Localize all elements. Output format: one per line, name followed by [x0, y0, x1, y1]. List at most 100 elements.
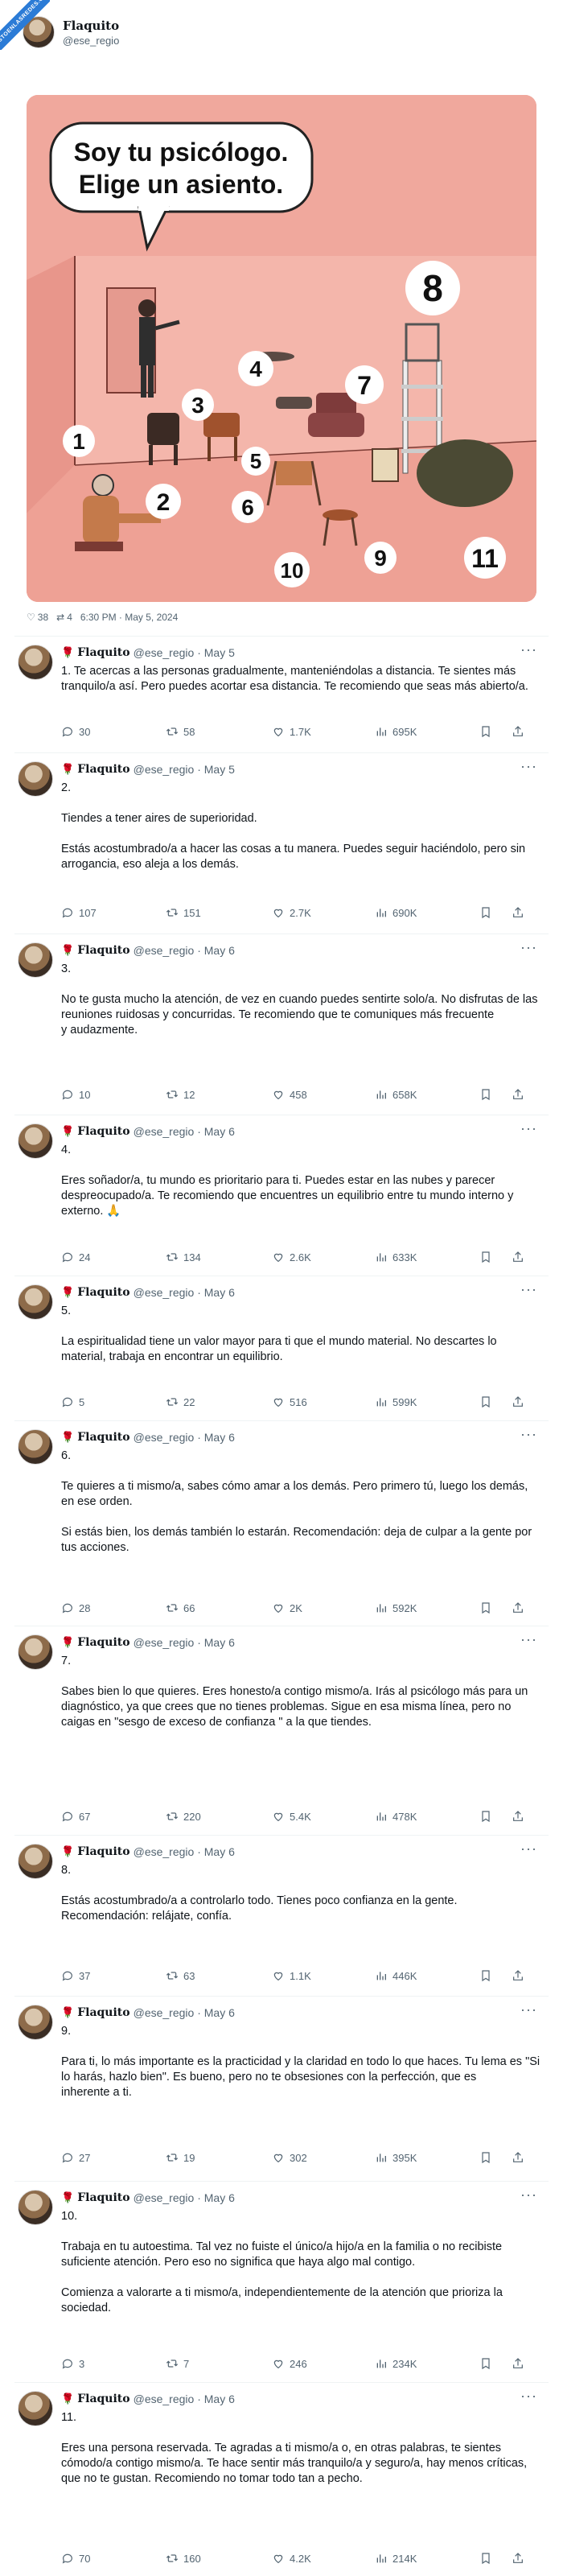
retweet-button[interactable]: 22	[166, 1395, 272, 1408]
reply-tweet[interactable]: 🌹 Flaquito @ese_regio · May 5 ··· 2. Tie…	[14, 752, 549, 934]
more-options-icon[interactable]: ···	[520, 1120, 537, 1137]
like-button[interactable]: 246	[272, 2357, 375, 2370]
avatar[interactable]	[18, 1123, 53, 1159]
reply-author-handle-date[interactable]: @ese_regio · May 6	[134, 2006, 235, 2019]
views-button[interactable]: 599K	[375, 1395, 479, 1408]
retweet-button[interactable]: 19	[166, 2151, 272, 2164]
bookmark-button[interactable]	[479, 2552, 512, 2565]
more-options-icon[interactable]: ···	[520, 1281, 537, 1298]
avatar[interactable]	[18, 645, 53, 680]
reply-author-name[interactable]: Flaquito	[77, 2393, 129, 2405]
reply-author-handle-date[interactable]: @ese_regio · May 5	[134, 763, 235, 776]
reply-author-handle-date[interactable]: @ese_regio · May 6	[134, 2191, 235, 2204]
bookmark-button[interactable]	[479, 1810, 512, 1823]
reply-button[interactable]: 10	[61, 1088, 166, 1101]
retweet-button[interactable]: 66	[166, 1601, 272, 1614]
more-options-icon[interactable]: ···	[520, 1631, 537, 1648]
like-button[interactable]: 302	[272, 2151, 375, 2164]
more-options-icon[interactable]: ···	[520, 2388, 537, 2405]
reply-author-name[interactable]: Flaquito	[77, 2006, 129, 2019]
reply-author-name[interactable]: Flaquito	[77, 1125, 129, 1138]
author-name[interactable]: Flaquito	[63, 19, 119, 33]
reply-author-handle-date[interactable]: @ese_regio · May 6	[134, 1845, 235, 1858]
reply-tweet[interactable]: 🌹 Flaquito @ese_regio · May 6 ··· 10. Tr…	[14, 2181, 549, 2382]
reply-tweet[interactable]: 🌹 Flaquito @ese_regio · May 6 ··· 7. Sab…	[14, 1626, 549, 1835]
like-button[interactable]: 458	[272, 1088, 375, 1101]
avatar[interactable]	[18, 2391, 53, 2426]
more-options-icon[interactable]: ···	[520, 641, 537, 658]
share-button[interactable]	[512, 725, 536, 738]
retweet-button[interactable]: 63	[166, 1969, 272, 1982]
like-button[interactable]: 1.1K	[272, 1969, 375, 1982]
reply-tweet[interactable]: 🌹 Flaquito @ese_regio · May 6 ··· 9. Par…	[14, 1996, 549, 2181]
like-button[interactable]: 2.6K	[272, 1251, 375, 1263]
views-button[interactable]: 395K	[375, 2151, 479, 2164]
reply-tweet[interactable]: 🌹 Flaquito @ese_regio · May 6 ··· 8. Est…	[14, 1835, 549, 1996]
reply-author-name[interactable]: Flaquito	[77, 1431, 129, 1444]
avatar[interactable]	[18, 1634, 53, 1670]
retweet-button[interactable]: 160	[166, 2552, 272, 2565]
more-options-icon[interactable]: ···	[520, 758, 537, 775]
bookmark-button[interactable]	[479, 725, 512, 738]
reply-author-name[interactable]: Flaquito	[77, 763, 129, 776]
avatar[interactable]	[18, 2190, 53, 2225]
avatar[interactable]	[18, 761, 53, 797]
reply-tweet[interactable]: 🌹 Flaquito @ese_regio · May 6 ··· 11. Er…	[14, 2382, 549, 2576]
post-retweets[interactable]: ⇄ 4	[56, 612, 72, 623]
reply-author-handle-date[interactable]: @ese_regio · May 6	[134, 2393, 235, 2405]
bookmark-button[interactable]	[479, 1601, 512, 1614]
share-button[interactable]	[512, 1810, 536, 1823]
reply-author-name[interactable]: Flaquito	[77, 1286, 129, 1299]
reply-button[interactable]: 3	[61, 2357, 166, 2370]
views-button[interactable]: 633K	[375, 1251, 479, 1263]
reply-button[interactable]: 28	[61, 1601, 166, 1614]
reply-button[interactable]: 24	[61, 1251, 166, 1263]
share-button[interactable]	[512, 1088, 536, 1101]
retweet-button[interactable]: 58	[166, 725, 272, 738]
more-options-icon[interactable]: ···	[520, 939, 537, 956]
share-button[interactable]	[512, 1251, 536, 1263]
like-button[interactable]: 2K	[272, 1601, 375, 1614]
like-button[interactable]: 516	[272, 1395, 375, 1408]
reply-button[interactable]: 107	[61, 906, 166, 919]
reply-author-name[interactable]: Flaquito	[77, 944, 129, 957]
avatar[interactable]	[18, 1844, 53, 1879]
reply-author-name[interactable]: Flaquito	[77, 646, 129, 659]
retweet-button[interactable]: 7	[166, 2357, 272, 2370]
bookmark-button[interactable]	[479, 2357, 512, 2370]
more-options-icon[interactable]: ···	[520, 2187, 537, 2203]
avatar[interactable]	[18, 1429, 53, 1465]
share-button[interactable]	[512, 906, 536, 919]
views-button[interactable]: 658K	[375, 1088, 479, 1101]
like-button[interactable]: 1.7K	[272, 725, 375, 738]
more-options-icon[interactable]: ···	[520, 1426, 537, 1443]
views-button[interactable]: 695K	[375, 725, 479, 738]
reply-tweet[interactable]: 🌹 Flaquito @ese_regio · May 6 ··· 4. Ere…	[14, 1115, 549, 1276]
avatar[interactable]	[18, 2005, 53, 2040]
like-button[interactable]: 4.2K	[272, 2552, 375, 2565]
reply-button[interactable]: 70	[61, 2552, 166, 2565]
reply-author-handle-date[interactable]: @ese_regio · May 6	[134, 1286, 235, 1299]
share-button[interactable]	[512, 2552, 536, 2565]
views-button[interactable]: 478K	[375, 1810, 479, 1823]
reply-author-name[interactable]: Flaquito	[77, 2191, 129, 2204]
post-likes[interactable]: ♡ 38	[27, 612, 48, 623]
like-button[interactable]: 5.4K	[272, 1810, 375, 1823]
reply-author-handle-date[interactable]: @ese_regio · May 6	[134, 1125, 235, 1138]
reply-author-handle-date[interactable]: @ese_regio · May 6	[134, 1636, 235, 1649]
reply-author-handle-date[interactable]: @ese_regio · May 6	[134, 1431, 235, 1444]
reply-button[interactable]: 67	[61, 1810, 166, 1823]
avatar[interactable]	[18, 1284, 53, 1320]
post-timestamp[interactable]: 6:30 PM · May 5, 2024	[80, 612, 178, 623]
like-button[interactable]: 2.7K	[272, 906, 375, 919]
bookmark-button[interactable]	[479, 906, 512, 919]
views-button[interactable]: 592K	[375, 1601, 479, 1614]
reply-author-handle-date[interactable]: @ese_regio · May 6	[134, 944, 235, 957]
retweet-button[interactable]: 220	[166, 1810, 272, 1823]
reply-author-name[interactable]: Flaquito	[77, 1636, 129, 1649]
reply-button[interactable]: 5	[61, 1395, 166, 1408]
retweet-button[interactable]: 151	[166, 906, 272, 919]
reply-tweet[interactable]: 🌹 Flaquito @ese_regio · May 6 ··· 5. La …	[14, 1276, 549, 1420]
reply-tweet[interactable]: 🌹 Flaquito @ese_regio · May 6 ··· 3. No …	[14, 934, 549, 1115]
bookmark-button[interactable]	[479, 2151, 512, 2164]
